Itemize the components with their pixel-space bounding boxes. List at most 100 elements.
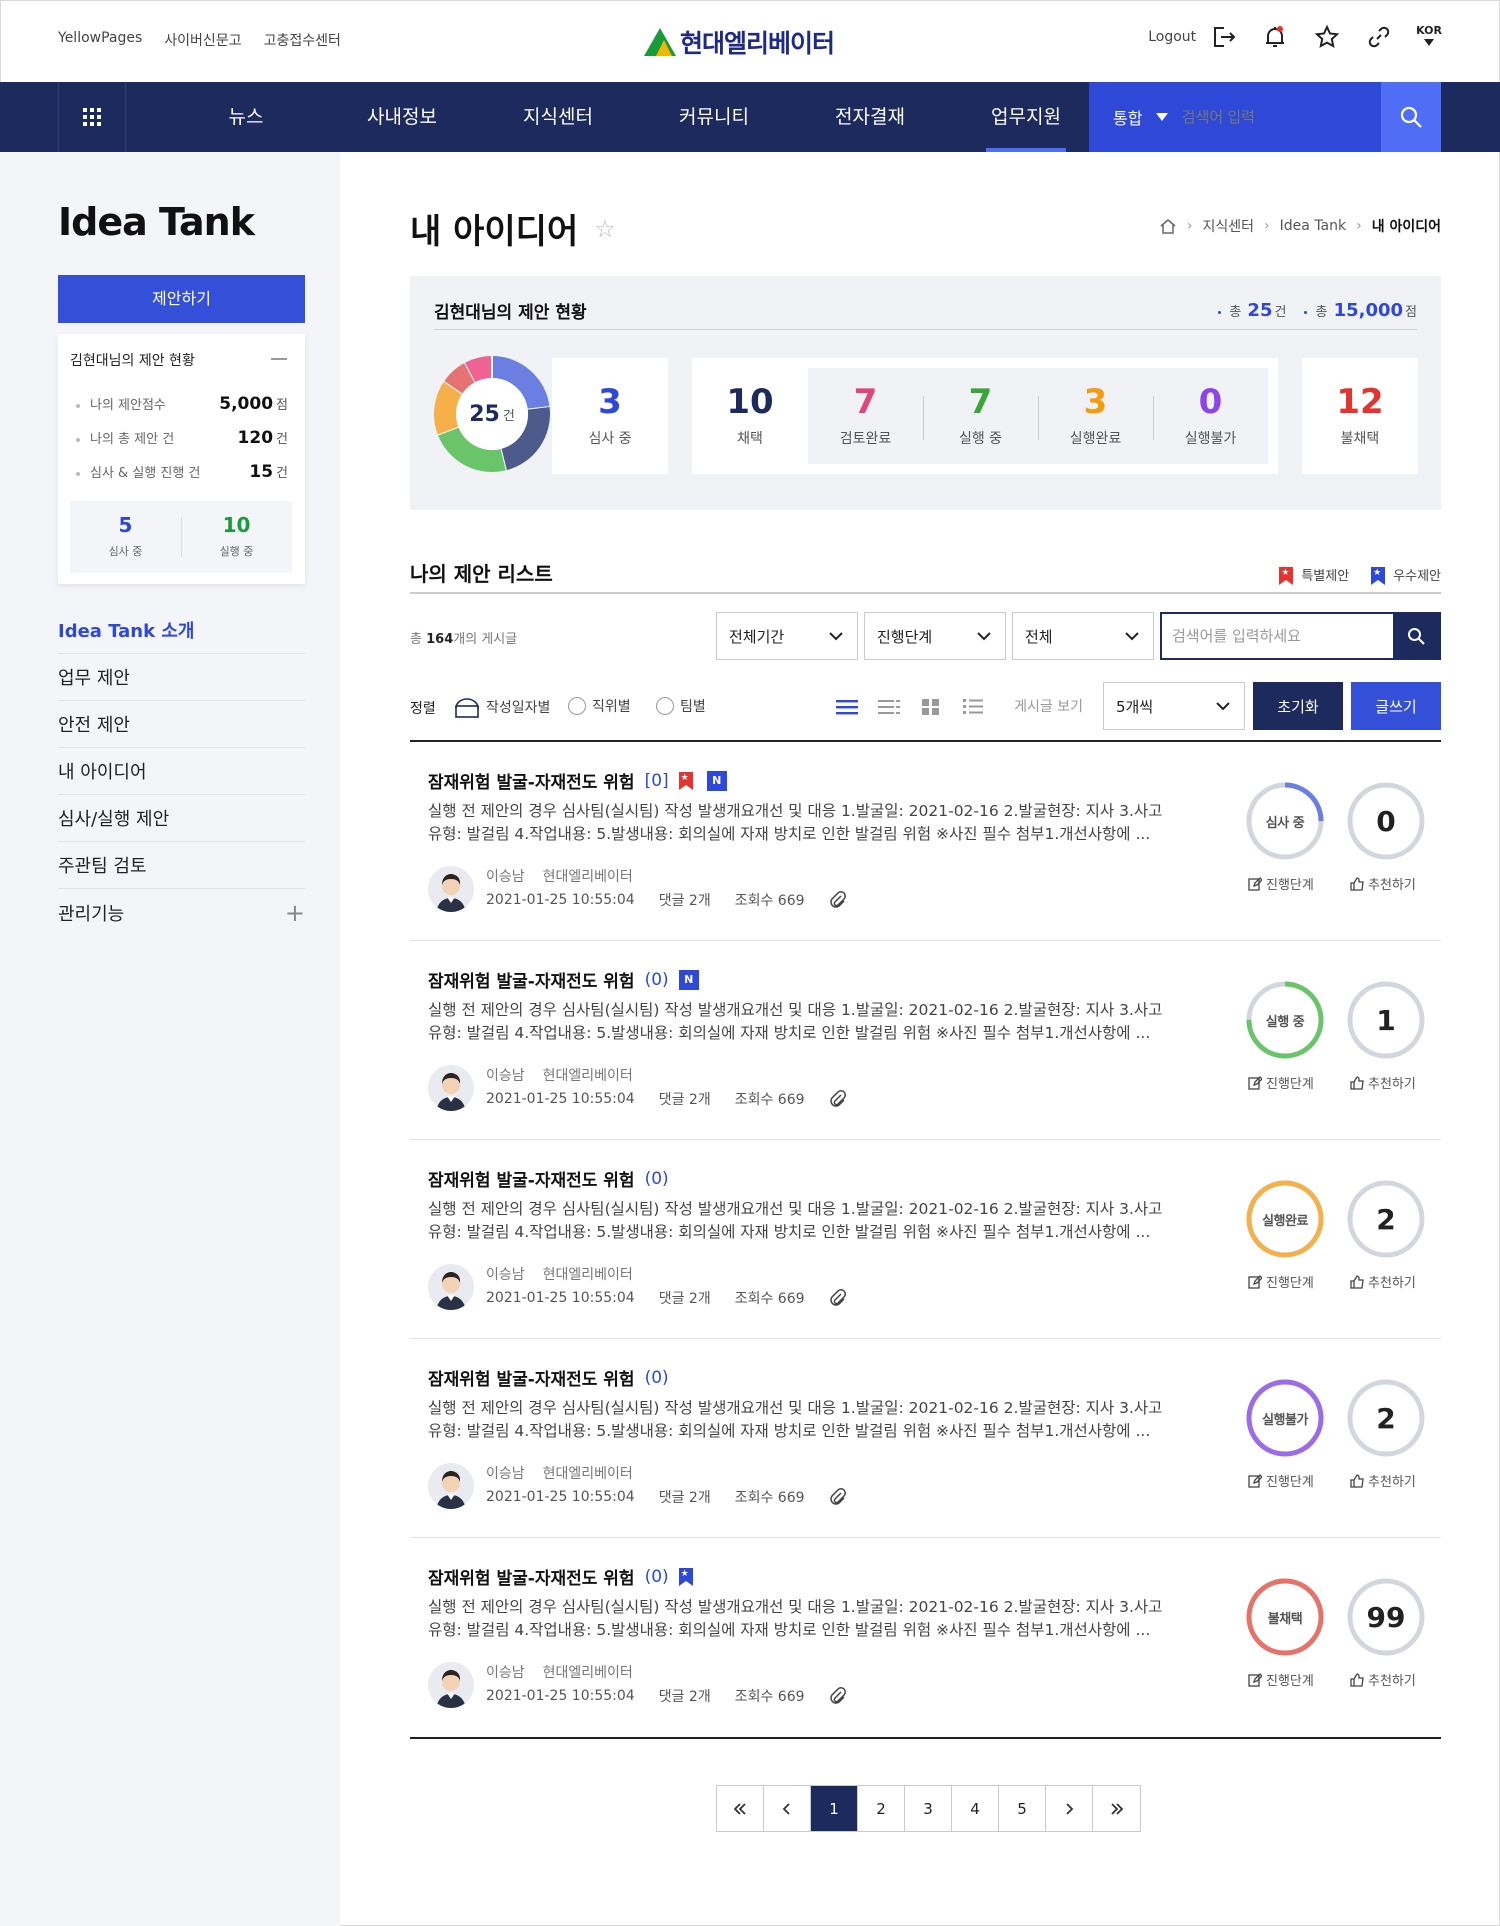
item-title[interactable]: 잠재위험 발굴-자재전도 위험 bbox=[428, 1166, 635, 1191]
logout-link[interactable]: Logout bbox=[1148, 29, 1196, 45]
item-title[interactable]: 잠재위험 발굴-자재전도 위험 bbox=[428, 768, 635, 793]
page-number-button[interactable]: 3 bbox=[905, 1786, 952, 1831]
list-view-icon[interactable] bbox=[836, 698, 858, 716]
list-search-input[interactable]: 검색어를 입력하세요 bbox=[1162, 614, 1393, 658]
sidebar: Idea Tank 제안하기 김현대님의 제안 현황 나의 제안점수 5,000… bbox=[0, 152, 340, 1926]
paperclip-icon[interactable] bbox=[829, 1289, 847, 1307]
page-number-button[interactable]: 1 bbox=[811, 1786, 858, 1831]
stat-executed[interactable]: 3 실행완료 bbox=[1038, 382, 1153, 448]
sidebar-item-my-ideas[interactable]: 내 아이디어 bbox=[58, 748, 305, 795]
sidebar-item-safety-proposal[interactable]: 안전 제안 bbox=[58, 701, 305, 748]
sidebar-item-intro[interactable]: Idea Tank 소개 bbox=[58, 607, 305, 654]
stage-action[interactable]: 진행단계 bbox=[1248, 1471, 1314, 1490]
util-link-cyber-newsletter[interactable]: 사이버신문고 bbox=[164, 30, 241, 50]
prev-page-button[interactable] bbox=[764, 1786, 811, 1831]
favorite-star-icon[interactable] bbox=[1312, 22, 1342, 52]
period-dropdown[interactable]: 전체기간 bbox=[716, 612, 858, 660]
sidebar-title: Idea Tank bbox=[58, 200, 255, 244]
expand-plus-icon[interactable]: + bbox=[285, 899, 305, 927]
chevron-down-icon bbox=[977, 631, 991, 640]
view-count-label: 게시글 보기 bbox=[1014, 699, 1083, 715]
menu-company-info[interactable]: 사내정보 bbox=[324, 82, 480, 152]
sort-by-team[interactable]: 팀별 bbox=[656, 696, 706, 716]
stat-adopted[interactable]: 10 채택 bbox=[692, 382, 808, 448]
stage-action[interactable]: 진행단계 bbox=[1248, 1670, 1314, 1689]
paperclip-icon[interactable] bbox=[829, 1687, 847, 1705]
bookmark-star-icon[interactable]: ☆ bbox=[594, 215, 616, 243]
item-title[interactable]: 잠재위험 발굴-자재전도 위험 bbox=[428, 1564, 635, 1589]
stage-dropdown[interactable]: 진행단계 bbox=[864, 612, 1006, 660]
all-menu-button[interactable] bbox=[58, 82, 126, 152]
recommend-action[interactable]: 추천하기 bbox=[1350, 1073, 1416, 1092]
list-item[interactable]: 잠재위험 발굴-자재전도 위험 (0) 실행 전 제안의 경우 심사팀(실시팀)… bbox=[410, 1140, 1441, 1339]
sidebar-item-admin[interactable]: 관리기능 + bbox=[58, 889, 305, 936]
list-search-button[interactable] bbox=[1393, 614, 1439, 658]
company-logo[interactable]: 현대엘리베이터 bbox=[644, 24, 835, 60]
collapse-minus-icon[interactable] bbox=[271, 358, 287, 360]
breadcrumb-item[interactable]: Idea Tank bbox=[1280, 218, 1346, 234]
compact-list-icon[interactable] bbox=[878, 698, 900, 716]
next-page-button[interactable] bbox=[1046, 1786, 1093, 1831]
logout-icon[interactable] bbox=[1208, 22, 1238, 52]
last-page-button[interactable] bbox=[1093, 1786, 1140, 1831]
page-number-button[interactable]: 5 bbox=[999, 1786, 1046, 1831]
util-link-grievance[interactable]: 고충접수센터 bbox=[264, 30, 341, 50]
thumbs-up-icon bbox=[1350, 1075, 1364, 1090]
recommend-action[interactable]: 추천하기 bbox=[1350, 1272, 1416, 1291]
language-selector[interactable]: KOR bbox=[1416, 25, 1442, 49]
sidebar-item-review-execution[interactable]: 심사/실행 제안 bbox=[58, 795, 305, 842]
menu-community[interactable]: 커뮤니티 bbox=[636, 82, 792, 152]
list-item[interactable]: 잠재위험 발굴-자재전도 위험 (0) 실행 전 제안의 경우 심사팀(실시팀)… bbox=[410, 1339, 1441, 1538]
per-page-dropdown[interactable]: 5개씩 bbox=[1103, 682, 1245, 730]
search-scope-select[interactable]: 통합 bbox=[1089, 105, 1182, 129]
sort-by-date[interactable]: 작성일자별 bbox=[454, 696, 550, 718]
item-title[interactable]: 잠재위험 발굴-자재전도 위험 bbox=[428, 1365, 635, 1390]
propose-button[interactable]: 제안하기 bbox=[58, 275, 305, 323]
menu-knowledge-center[interactable]: 지식센터 bbox=[480, 82, 636, 152]
list-item[interactable]: 잠재위험 발굴-자재전도 위험 (0) ★ 실행 전 제안의 경우 심사팀(실시… bbox=[410, 1538, 1441, 1737]
first-page-button[interactable] bbox=[717, 1786, 764, 1831]
recommend-action[interactable]: 추천하기 bbox=[1350, 1670, 1416, 1689]
global-search-button[interactable] bbox=[1380, 82, 1441, 152]
stat-rejected[interactable]: 12 불채택 bbox=[1302, 382, 1418, 448]
home-icon[interactable] bbox=[1159, 217, 1177, 235]
notification-bell-icon[interactable] bbox=[1260, 22, 1290, 52]
item-title[interactable]: 잠재위험 발굴-자재전도 위험 bbox=[428, 967, 635, 992]
stat-reviewing[interactable]: 3 심사 중 bbox=[552, 382, 668, 448]
paperclip-icon[interactable] bbox=[829, 891, 847, 909]
list-right-controls: 게시글 보기 5개씩 초기화 글쓰기 bbox=[1014, 682, 1441, 730]
page-number-button[interactable]: 4 bbox=[952, 1786, 999, 1831]
sidebar-item-team-review[interactable]: 주관팀 검토 bbox=[58, 842, 305, 889]
thumbnail-list-icon[interactable] bbox=[962, 698, 984, 716]
stage-action[interactable]: 진행단계 bbox=[1248, 1073, 1314, 1092]
paperclip-icon[interactable] bbox=[829, 1488, 847, 1506]
category-dropdown[interactable]: 전체 bbox=[1012, 612, 1154, 660]
page-number-button[interactable]: 2 bbox=[858, 1786, 905, 1831]
menu-e-approval[interactable]: 전자결재 bbox=[792, 82, 948, 152]
stat-review-done[interactable]: 7 검토완료 bbox=[808, 382, 923, 448]
stat-not-executable[interactable]: 0 실행불가 bbox=[1153, 382, 1268, 448]
breadcrumb-item[interactable]: 지식센터 bbox=[1203, 216, 1255, 236]
stat-executing[interactable]: 7 실행 중 bbox=[923, 382, 1038, 448]
util-link-yellowpages[interactable]: YellowPages bbox=[58, 30, 142, 50]
mini-executing[interactable]: 10 실행 중 bbox=[181, 501, 292, 573]
item-author: 이승남 bbox=[486, 1466, 525, 1482]
recommend-action[interactable]: 추천하기 bbox=[1350, 874, 1416, 893]
stage-dropdown-value: 진행단계 bbox=[877, 627, 933, 646]
menu-work-support[interactable]: 업무지원 bbox=[948, 82, 1104, 152]
grid-view-icon[interactable] bbox=[920, 698, 942, 716]
sort-by-position[interactable]: 직위별 bbox=[568, 696, 631, 716]
paperclip-icon[interactable] bbox=[829, 1090, 847, 1108]
sidebar-item-work-proposal[interactable]: 업무 제안 bbox=[58, 654, 305, 701]
stage-action[interactable]: 진행단계 bbox=[1248, 1272, 1314, 1291]
link-icon[interactable] bbox=[1364, 22, 1394, 52]
menu-news[interactable]: 뉴스 bbox=[168, 82, 324, 152]
recommend-action[interactable]: 추천하기 bbox=[1350, 1471, 1416, 1490]
global-search-input[interactable] bbox=[1181, 108, 1381, 126]
write-button[interactable]: 글쓰기 bbox=[1351, 682, 1441, 730]
stage-action[interactable]: 진행단계 bbox=[1248, 874, 1314, 893]
reset-button[interactable]: 초기화 bbox=[1253, 682, 1343, 730]
mini-reviewing[interactable]: 5 심사 중 bbox=[70, 501, 181, 573]
list-item[interactable]: 잠재위험 발굴-자재전도 위험 [0] ★ N 실행 전 제안의 경우 심사팀(실… bbox=[410, 742, 1441, 941]
list-item[interactable]: 잠재위험 발굴-자재전도 위험 (0) N 실행 전 제안의 경우 심사팀(실시… bbox=[410, 941, 1441, 1140]
